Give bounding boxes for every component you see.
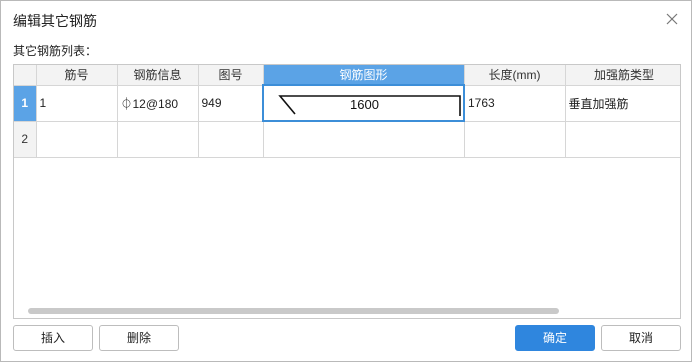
cell-length[interactable] <box>463 120 566 158</box>
row-number[interactable]: 1 <box>14 84 37 122</box>
cell-tuhao[interactable] <box>197 120 264 158</box>
column-header-shape[interactable]: 钢筋图形 <box>262 65 465 86</box>
cancel-button[interactable]: 取消 <box>601 325 681 351</box>
row-number[interactable]: 2 <box>14 120 37 158</box>
ok-button[interactable]: 确定 <box>515 325 595 351</box>
cell-shape[interactable] <box>262 120 465 158</box>
horizontal-scrollbar[interactable] <box>28 308 559 314</box>
delete-button[interactable]: 删除 <box>99 325 179 351</box>
rebar-table: 筋号 钢筋信息 图号 钢筋图形 长度(mm) 加强筋类型 1 1 ⏀12@180… <box>14 65 680 158</box>
edit-other-rebar-dialog: 编辑其它钢筋 其它钢筋列表： 筋号 钢筋信息 图号 钢筋图形 长度(mm) 加强… <box>0 0 692 362</box>
cell-type[interactable] <box>564 120 680 158</box>
column-header-info[interactable]: 钢筋信息 <box>116 65 199 86</box>
rebar-grid: 筋号 钢筋信息 图号 钢筋图形 长度(mm) 加强筋类型 1 1 ⏀12@180… <box>13 64 681 319</box>
column-header-type[interactable]: 加强筋类型 <box>564 65 680 86</box>
column-header-length[interactable]: 长度(mm) <box>463 65 566 86</box>
rebar-list-label: 其它钢筋列表： <box>13 44 98 58</box>
dialog-title: 编辑其它钢筋 <box>13 13 97 29</box>
cell-length[interactable]: 1763 <box>463 84 566 122</box>
cell-jinhao[interactable] <box>35 120 118 158</box>
table-header-row: 筋号 钢筋信息 图号 钢筋图形 长度(mm) 加强筋类型 <box>14 65 680 86</box>
corner-cell <box>14 65 37 86</box>
insert-button[interactable]: 插入 <box>13 325 93 351</box>
cell-jinhao[interactable]: 1 <box>35 84 118 122</box>
column-header-tuhao[interactable]: 图号 <box>197 65 264 86</box>
table-row[interactable]: 1 1 ⏀12@180 949 1600 1763 垂直加强筋 <box>14 84 680 122</box>
cell-tuhao[interactable]: 949 <box>197 84 264 122</box>
shape-length-label: 1600 <box>350 97 379 112</box>
cell-type[interactable]: 垂直加强筋 <box>564 84 680 122</box>
cell-info[interactable]: ⏀12@180 <box>116 84 199 122</box>
column-header-jinhao[interactable]: 筋号 <box>35 65 118 86</box>
cell-shape[interactable]: 1600 <box>262 84 465 122</box>
close-icon[interactable] <box>665 12 679 26</box>
cell-info[interactable] <box>116 120 199 158</box>
table-row[interactable]: 2 <box>14 120 680 158</box>
